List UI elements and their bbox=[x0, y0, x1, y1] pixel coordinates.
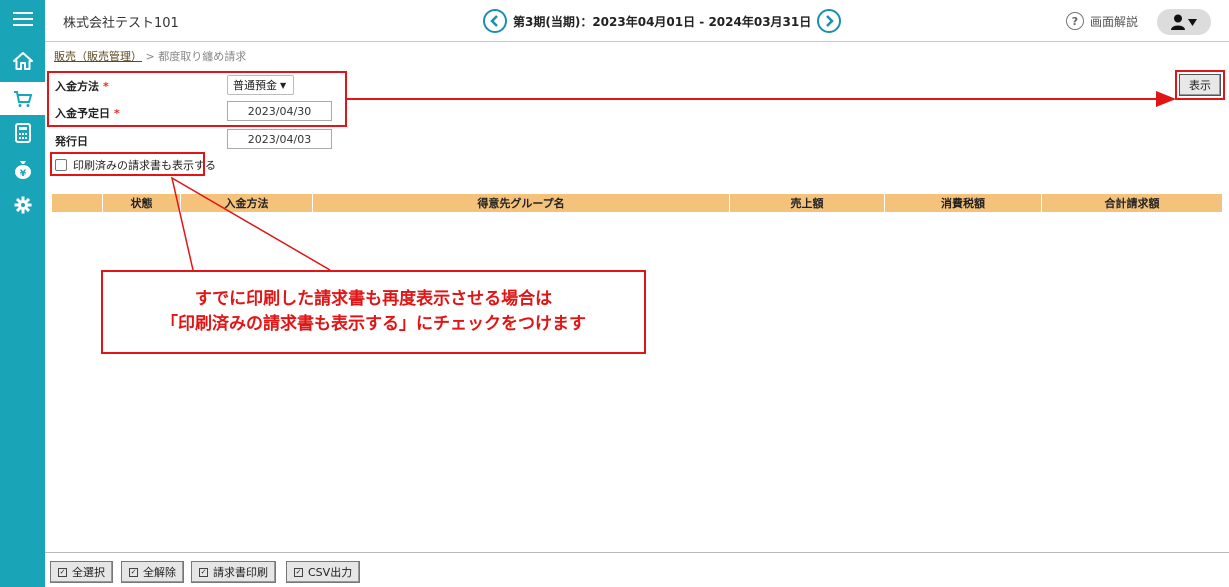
annotation-callout: すでに印刷した請求書も再度表示させる場合は 「印刷済みの請求書も表示する」にチェ… bbox=[101, 270, 646, 354]
select-all-label: 全選択 bbox=[72, 566, 105, 579]
check-icon: ✓ bbox=[129, 567, 138, 577]
check-icon: ✓ bbox=[58, 567, 67, 577]
select-all-button[interactable]: ✓ 全選択 bbox=[50, 561, 113, 583]
print-invoice-label: 請求書印刷 bbox=[213, 566, 268, 579]
callout-pointer bbox=[170, 176, 331, 271]
deselect-all-button[interactable]: ✓ 全解除 bbox=[121, 561, 184, 583]
check-icon: ✓ bbox=[294, 567, 303, 577]
callout-line-1: すでに印刷した請求書も再度表示させる場合は bbox=[194, 289, 553, 309]
print-invoice-button[interactable]: ✓ 請求書印刷 bbox=[191, 561, 276, 583]
app-root: ¥ 株式会社テスト101 第3期(当期)：2023年04月01日 - 2024年… bbox=[0, 0, 1229, 587]
deselect-all-label: 全解除 bbox=[143, 566, 176, 579]
callout-line-2: 「印刷済みの請求書も表示する」にチェックをつけます bbox=[161, 314, 586, 334]
check-icon: ✓ bbox=[199, 567, 208, 577]
csv-output-label: CSV出力 bbox=[308, 566, 353, 579]
csv-output-button[interactable]: ✓ CSV出力 bbox=[286, 561, 361, 583]
footer-toolbar: ✓ 全選択 ✓ 全解除 ✓ 請求書印刷 ✓ CSV出力 bbox=[45, 552, 1229, 587]
